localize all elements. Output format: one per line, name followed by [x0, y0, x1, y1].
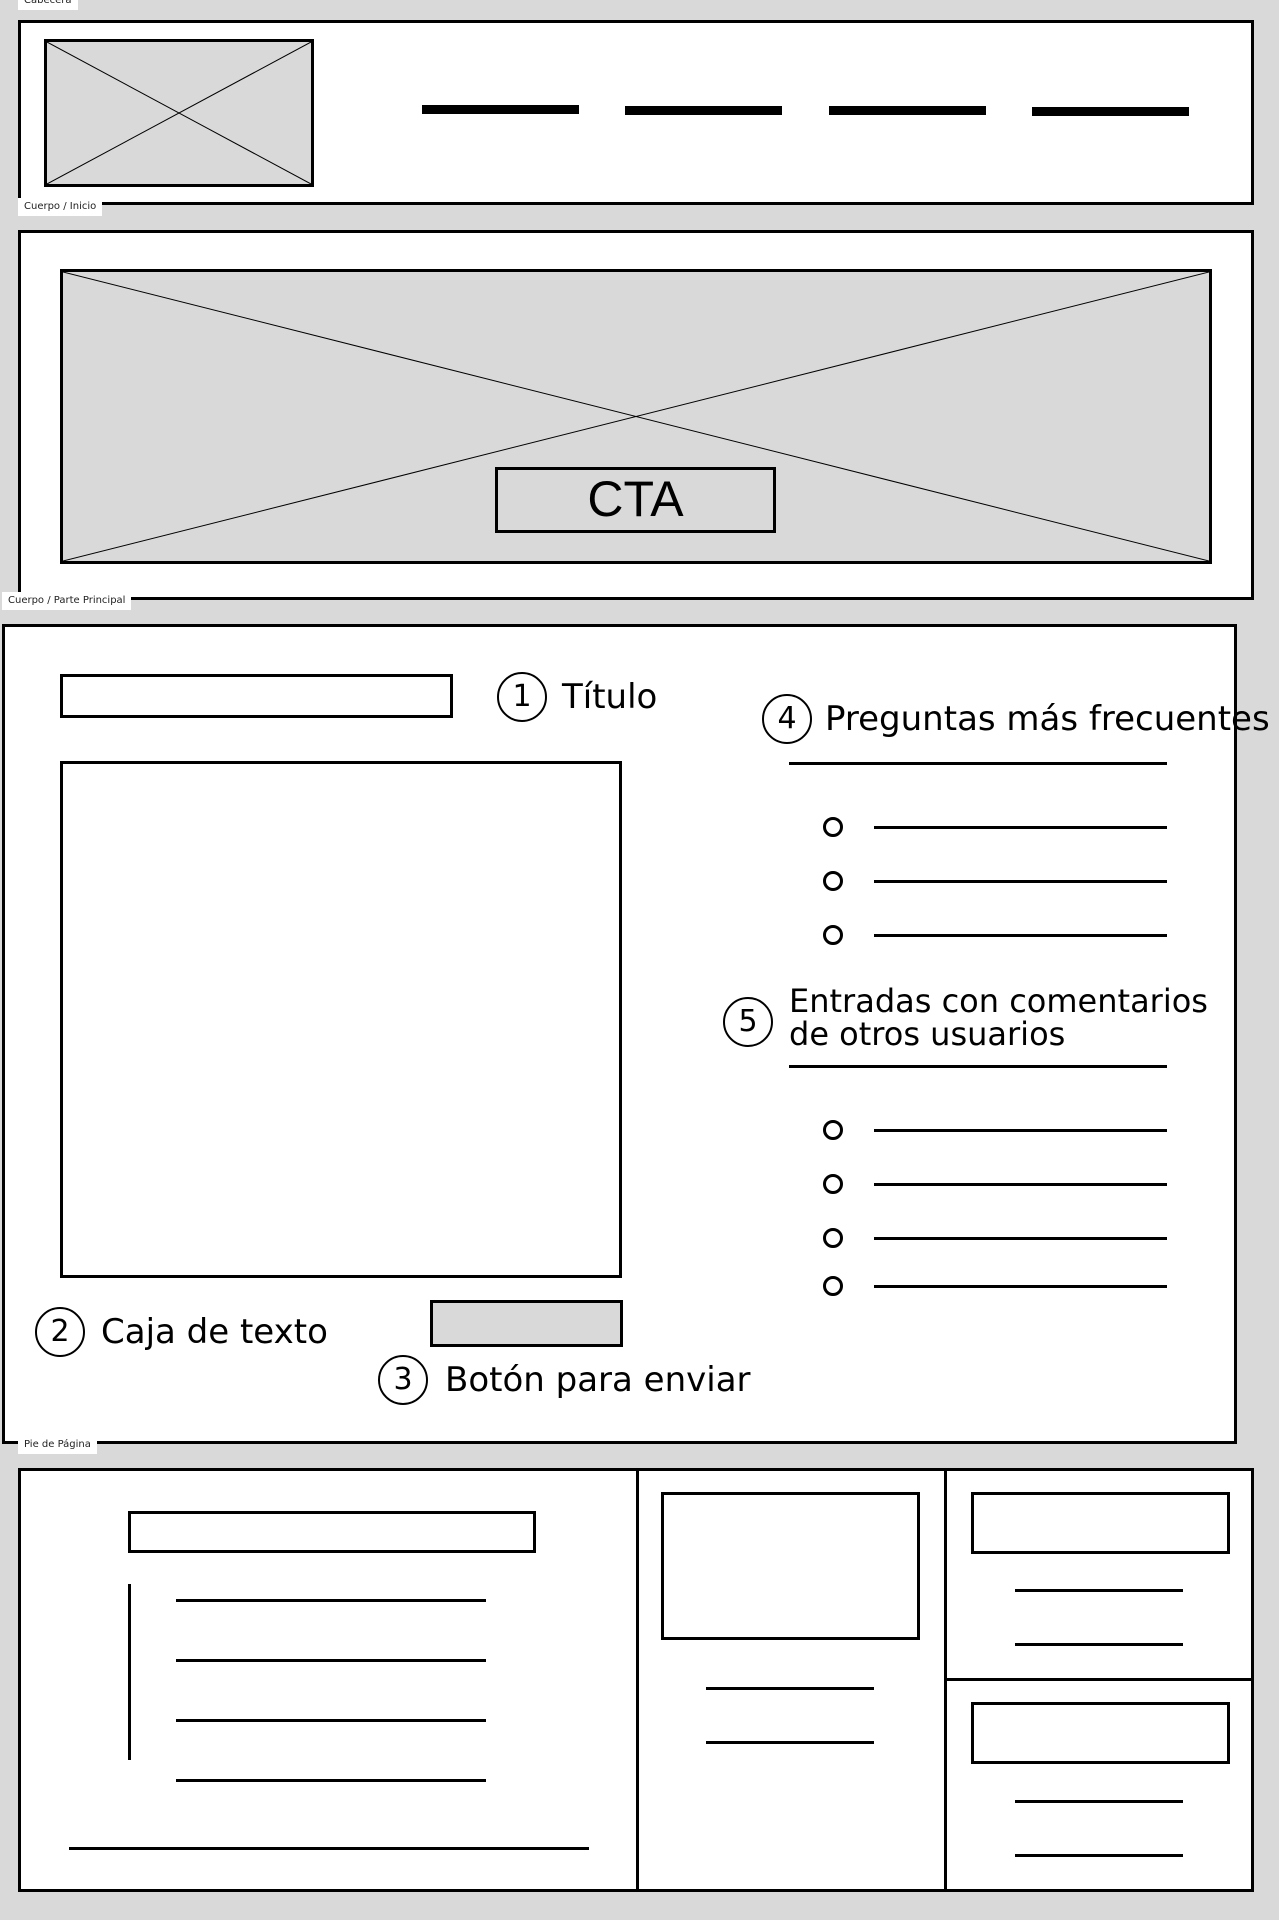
- comment-item-3[interactable]: [874, 1237, 1167, 1240]
- annotation-submit-text: Botón para enviar: [445, 1360, 751, 1400]
- annotation-number-2: 2: [35, 1307, 85, 1357]
- header-frame-label: Cabecera: [18, 0, 78, 10]
- footer-right-bottom-link-1[interactable]: [1015, 1800, 1183, 1803]
- footer-right-top-box: [971, 1492, 1230, 1554]
- comment-bullet-2: [823, 1174, 843, 1194]
- footer-link-3[interactable]: [176, 1719, 486, 1722]
- hero-frame: CTA: [18, 230, 1254, 600]
- footer-list-bar: [128, 1584, 131, 1760]
- footer-frame: [18, 1468, 1254, 1892]
- main-frame-label: Cuerpo / Parte Principal: [2, 592, 132, 610]
- cta-button[interactable]: CTA: [495, 467, 776, 533]
- comments-heading-line1: Entradas con comentarios: [789, 982, 1208, 1020]
- comment-item-2[interactable]: [874, 1183, 1167, 1186]
- logo-placeholder-image: [44, 39, 314, 187]
- comment-bullet-1: [823, 1120, 843, 1140]
- hero-banner-image: CTA: [60, 269, 1212, 564]
- nav-link-1[interactable]: [422, 105, 579, 114]
- footer-bottom-line: [69, 1847, 589, 1850]
- comment-bullet-4: [823, 1276, 843, 1296]
- comments-heading-line2: de otros usuarios: [789, 1015, 1066, 1053]
- annotation-number-1: 1: [497, 672, 547, 722]
- annotation-number-4: 4: [762, 694, 812, 744]
- faq-item-2[interactable]: [874, 880, 1167, 883]
- footer-frame-label: Pie de Página: [18, 1436, 97, 1454]
- submit-button[interactable]: [430, 1300, 623, 1347]
- comment-item-1[interactable]: [874, 1129, 1167, 1132]
- faq-bullet-1: [823, 817, 843, 837]
- faq-item-3[interactable]: [874, 934, 1167, 937]
- faq-divider: [789, 762, 1167, 765]
- footer-heading-box: [128, 1511, 536, 1553]
- faq-bullet-3: [823, 925, 843, 945]
- footer-right-top-link-1[interactable]: [1015, 1589, 1183, 1592]
- faq-bullet-2: [823, 871, 843, 891]
- footer-link-4[interactable]: [176, 1779, 486, 1782]
- annotation-number-3: 3: [378, 1355, 428, 1405]
- footer-link-1[interactable]: [176, 1599, 486, 1602]
- text-area[interactable]: [60, 761, 622, 1278]
- footer-middle-image-box: [661, 1492, 920, 1640]
- title-input[interactable]: [60, 674, 453, 718]
- main-frame: 1 Título 2 Caja de texto 3 Botón para en…: [2, 624, 1270, 1444]
- footer-row-divider: [945, 1678, 1251, 1681]
- hero-frame-label: Cuerpo / Inicio: [18, 198, 103, 216]
- footer-column-divider-1: [636, 1471, 639, 1889]
- footer-middle-link-1[interactable]: [706, 1687, 874, 1690]
- nav-link-3[interactable]: [829, 106, 986, 115]
- comment-item-4[interactable]: [874, 1285, 1167, 1288]
- faq-item-1[interactable]: [874, 826, 1167, 829]
- annotation-title-text: Título: [562, 677, 658, 717]
- footer-right-top-link-2[interactable]: [1015, 1643, 1183, 1646]
- header-frame: [18, 20, 1254, 205]
- comment-bullet-3: [823, 1228, 843, 1248]
- footer-link-2[interactable]: [176, 1659, 486, 1662]
- annotation-textbox-text: Caja de texto: [101, 1312, 328, 1352]
- footer-right-bottom-box: [971, 1702, 1230, 1764]
- nav-link-2[interactable]: [625, 106, 782, 115]
- faq-heading: Preguntas más frecuentes: [825, 699, 1270, 739]
- nav-link-4[interactable]: [1032, 107, 1189, 116]
- annotation-number-5: 5: [723, 997, 773, 1047]
- footer-middle-link-2[interactable]: [706, 1741, 874, 1744]
- footer-right-bottom-link-2[interactable]: [1015, 1854, 1183, 1857]
- comments-divider: [789, 1065, 1167, 1068]
